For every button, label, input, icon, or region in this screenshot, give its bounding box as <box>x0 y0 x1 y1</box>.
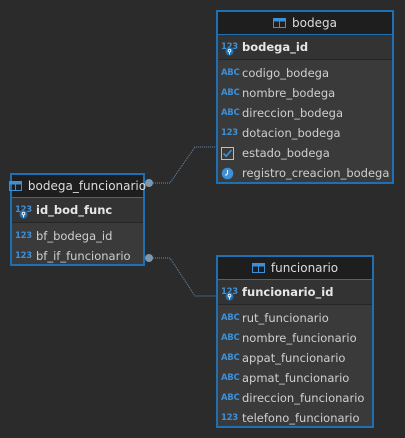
column-name: codigo_bodega <box>242 66 329 80</box>
table-header-funcionario[interactable]: funcionario <box>218 257 372 280</box>
checkbox-icon <box>221 146 239 160</box>
column-row[interactable]: 123 dotacion_bodega <box>218 123 392 143</box>
column-name: bf_if_funcionario <box>36 249 131 263</box>
table-icon <box>8 181 22 191</box>
column-name: telefono_funcionario <box>242 411 360 425</box>
numeric-pk-icon: 123 <box>221 42 239 56</box>
column-name: bodega_id <box>242 40 309 54</box>
table-bodega[interactable]: bodega 123 bodega_id ABC codigo_bodega A… <box>216 10 394 184</box>
column-name: rut_funcionario <box>242 311 329 325</box>
numeric-type-icon: 123 <box>15 251 32 261</box>
column-name: registro_creacion_bodega <box>242 166 390 180</box>
er-diagram-canvas: bodega 123 bodega_id ABC codigo_bodega A… <box>0 0 405 438</box>
numeric-type-icon: 123 <box>15 231 32 241</box>
numeric-type-icon: 123 <box>221 413 238 423</box>
column-row[interactable]: 123 bf_if_funcionario <box>12 246 143 266</box>
key-icon <box>225 47 234 56</box>
text-type-icon: ABC <box>221 373 240 383</box>
column-name: nombre_bodega <box>242 86 336 100</box>
relationship-end-dot-bodega <box>145 179 153 187</box>
column-name: bf_bodega_id <box>36 229 113 243</box>
table-icon <box>251 263 265 273</box>
key-icon <box>19 210 28 219</box>
column-name: apmat_funcionario <box>242 371 350 385</box>
column-name: direccion_funcionario <box>242 391 365 405</box>
text-type-icon: ABC <box>221 393 240 403</box>
column-row[interactable]: ABC rut_funcionario <box>218 308 372 328</box>
pk-row[interactable]: 123 funcionario_id <box>218 280 372 305</box>
pk-row[interactable]: 123 bodega_id <box>218 35 392 60</box>
column-name: direccion_bodega <box>242 106 344 120</box>
column-name: id_bod_func <box>36 203 113 217</box>
column-row[interactable]: ABC direccion_bodega <box>218 103 392 123</box>
relationship-end-dot-funcionario <box>145 254 153 262</box>
clock-icon <box>221 167 239 180</box>
key-icon <box>225 292 234 301</box>
column-row[interactable]: ABC nombre_funcionario <box>218 328 372 348</box>
column-name: nombre_funcionario <box>242 331 357 345</box>
column-row[interactable]: ABC appat_funcionario <box>218 348 372 368</box>
text-type-icon: ABC <box>221 333 240 343</box>
column-row[interactable]: 123 telefono_funcionario <box>218 408 372 428</box>
text-type-icon: ABC <box>221 108 240 118</box>
column-row[interactable]: ABC nombre_bodega <box>218 83 392 103</box>
column-name: dotacion_bodega <box>242 126 341 140</box>
table-bodega-funcionario[interactable]: bodega_funcionario 123 id_bod_func 123 b… <box>8 173 147 266</box>
table-funcionario[interactable]: funcionario 123 funcionario_id ABC rut_f… <box>216 255 374 428</box>
pk-row[interactable]: 123 id_bod_func <box>12 198 143 223</box>
column-name: funcionario_id <box>242 285 334 299</box>
table-title: bodega_funcionario <box>27 179 147 193</box>
numeric-pk-icon: 123 <box>221 287 239 301</box>
column-row[interactable]: ABC apmat_funcionario <box>218 368 372 388</box>
table-header-bodega-funcionario[interactable]: bodega_funcionario <box>8 175 147 198</box>
table-icon <box>273 18 287 28</box>
column-row[interactable]: ABC direccion_funcionario <box>218 388 372 408</box>
relationship-line-bodega[interactable] <box>149 146 216 184</box>
text-type-icon: ABC <box>221 313 240 323</box>
column-row[interactable]: ABC codigo_bodega <box>218 63 392 83</box>
text-type-icon: ABC <box>221 353 240 363</box>
table-header-bodega[interactable]: bodega <box>218 12 392 35</box>
numeric-type-icon: 123 <box>221 128 238 138</box>
text-type-icon: ABC <box>221 68 240 78</box>
column-row[interactable]: registro_creacion_bodega <box>218 163 392 183</box>
table-title: bodega <box>292 16 337 30</box>
column-name: estado_bodega <box>242 146 330 160</box>
text-type-icon: ABC <box>221 88 240 98</box>
numeric-pk-icon: 123 <box>15 205 33 219</box>
column-row[interactable]: estado_bodega <box>218 143 392 163</box>
relationship-line-funcionario[interactable] <box>149 257 216 297</box>
column-row[interactable]: 123 bf_bodega_id <box>12 226 143 246</box>
column-name: appat_funcionario <box>242 351 346 365</box>
table-title: funcionario <box>270 261 339 275</box>
